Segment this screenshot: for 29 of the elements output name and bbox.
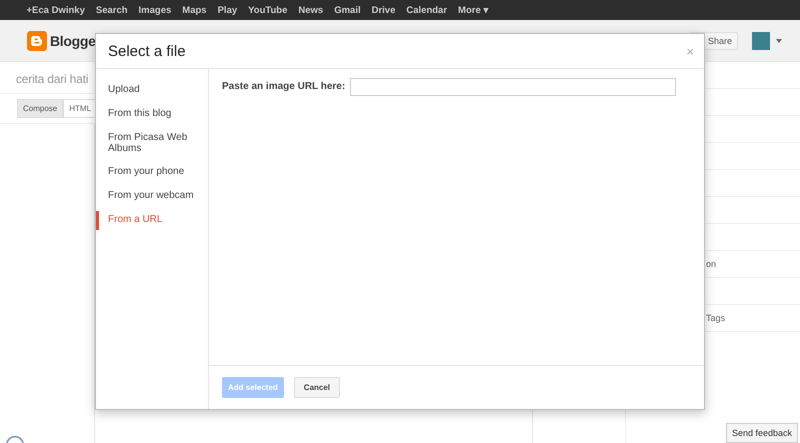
blog-logo-icon [27,30,47,50]
nav-link[interactable]: Calendar [400,4,453,16]
nav-link[interactable]: Images [133,4,177,16]
source-tab[interactable]: From Picasa Web Albums [96,129,208,158]
source-tab[interactable]: From a URL [96,211,208,230]
setting-label[interactable]: Tags [706,313,726,323]
nav-link[interactable]: YouTube [242,4,293,16]
send-feedback-button[interactable]: Send feedback [726,423,798,443]
mode-tab[interactable]: Compose [17,99,64,118]
setting-label[interactable]: on [706,259,716,269]
source-tab[interactable]: From your webcam [96,187,208,206]
caret-icon[interactable] [776,38,782,42]
nav-link[interactable]: Play [212,4,243,16]
mode-tab[interactable]: HTML [63,99,98,118]
nav-link[interactable]: More ▾ [452,4,494,16]
source-tab[interactable]: From this blog [96,105,208,124]
nav-link[interactable]: Drive [366,4,401,16]
nav-link[interactable]: Gmail [328,4,366,16]
cancel-button[interactable]: Cancel [294,377,340,398]
source-tab[interactable]: From your phone [96,163,208,182]
nav-link[interactable]: Search [90,4,134,16]
nav-link[interactable]: News [292,4,329,16]
avatar[interactable] [752,32,770,50]
dialog-title: Select a file [108,42,186,60]
nav-link[interactable]: +Eca Dwinky [21,4,90,16]
nav-link[interactable]: Maps [176,4,212,16]
url-input-field[interactable] [350,78,676,96]
url-label: Paste an image URL here: [222,80,346,92]
logo-text: Blogge [50,32,96,48]
